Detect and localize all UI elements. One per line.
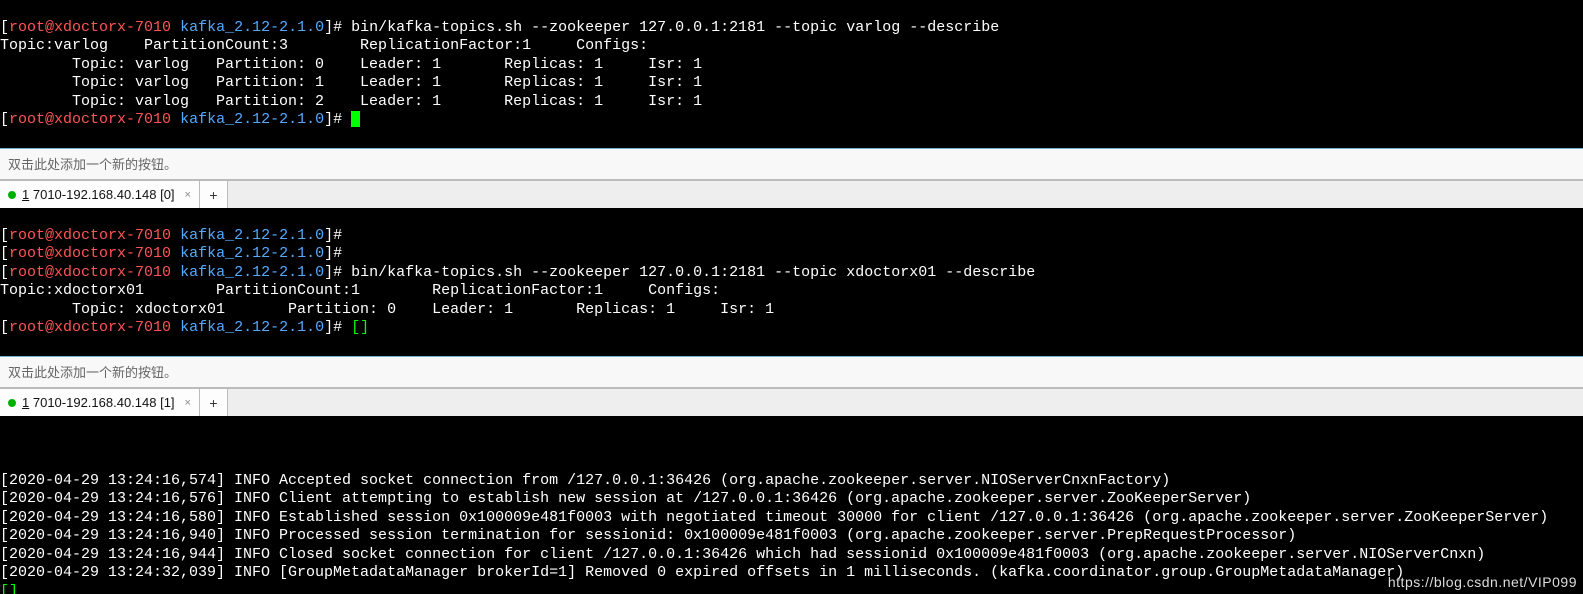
tab-label: 1 7010-192.168.40.148 [1] [22, 395, 175, 410]
blank-line [0, 130, 9, 147]
out-1-2: Topic: varlog Partition: 1 Leader: 1 Rep… [0, 74, 702, 91]
add-tab-button[interactable]: + [200, 181, 228, 208]
prompt-user: root@xdoctorx-7010 [9, 319, 171, 336]
session-tab-0[interactable]: 1 7010-192.168.40.148 [0] × [0, 181, 200, 208]
prompt-close: ]# [324, 111, 351, 128]
log-line-3: [2020-04-29 13:24:16,940] INFO Processed… [0, 527, 1296, 544]
prompt-close: ]# [324, 319, 351, 336]
prompt-close: ]# [324, 264, 351, 281]
blank-line [0, 338, 9, 355]
prompt-user: root@xdoctorx-7010 [9, 227, 171, 244]
log-line-4: [2020-04-29 13:24:16,944] INFO Closed so… [0, 546, 1485, 563]
watermark-text: https://blog.csdn.net/VIP099 [1388, 574, 1577, 590]
session-tab-1[interactable]: 1 7010-192.168.40.148 [1] × [0, 389, 200, 416]
prompt-user: root@xdoctorx-7010 [9, 264, 171, 281]
prompt-open: [ [0, 264, 9, 281]
log-line-5: [2020-04-29 13:24:32,039] INFO [GroupMet… [0, 564, 1404, 581]
close-icon[interactable]: × [185, 189, 191, 201]
prompt-open: [ [0, 319, 9, 336]
log-line-1: [2020-04-29 13:24:16,576] INFO Client at… [0, 490, 1251, 507]
log-line-0: [2020-04-29 13:24:16,574] INFO Accepted … [0, 472, 1170, 489]
prompt-user: root@xdoctorx-7010 [9, 19, 171, 36]
log-line-2: [2020-04-29 13:24:16,580] INFO Establish… [0, 509, 1548, 526]
close-icon[interactable]: × [185, 397, 191, 409]
out-1-3: Topic: varlog Partition: 2 Leader: 1 Rep… [0, 93, 702, 110]
cursor-icon: [] [351, 319, 369, 338]
terminal-pane-1[interactable]: [root@xdoctorx-7010 kafka_2.12-2.1.0]# b… [0, 0, 1583, 148]
terminal-pane-3[interactable]: [2020-04-29 13:24:16,574] INFO Accepted … [0, 416, 1583, 594]
prompt-path: kafka_2.12-2.1.0 [180, 264, 324, 281]
blank-line [0, 435, 9, 452]
prompt-path: kafka_2.12-2.1.0 [180, 227, 324, 244]
cursor-icon: [] [0, 583, 18, 594]
prompt-close: ]# [324, 245, 342, 262]
tab-bar-2: 1 7010-192.168.40.148 [1] × + [0, 388, 1583, 416]
cursor-icon [351, 111, 360, 127]
blank-line [0, 453, 9, 470]
cmd-1: bin/kafka-topics.sh --zookeeper 127.0.0.… [351, 19, 999, 36]
tab-bar-1: 1 7010-192.168.40.148 [0] × + [0, 180, 1583, 208]
prompt-user: root@xdoctorx-7010 [9, 245, 171, 262]
status-dot-icon [8, 399, 16, 407]
prompt-open: [ [0, 19, 9, 36]
prompt-open: [ [0, 245, 9, 262]
prompt-open: [ [0, 227, 9, 244]
prompt-open: [ [0, 111, 9, 128]
out-1-1: Topic: varlog Partition: 0 Leader: 1 Rep… [0, 56, 702, 73]
cmd-2: bin/kafka-topics.sh --zookeeper 127.0.0.… [351, 264, 1035, 281]
status-dot-icon [8, 191, 16, 199]
terminal-pane-2[interactable]: [root@xdoctorx-7010 kafka_2.12-2.1.0]# [… [0, 208, 1583, 356]
out-2-0: Topic:xdoctorx01 PartitionCount:1 Replic… [0, 282, 720, 299]
prompt-close: ]# [324, 19, 351, 36]
tab-label: 1 7010-192.168.40.148 [0] [22, 187, 175, 202]
prompt-path: kafka_2.12-2.1.0 [180, 319, 324, 336]
prompt-path: kafka_2.12-2.1.0 [180, 111, 324, 128]
out-1-0: Topic:varlog PartitionCount:3 Replicatio… [0, 37, 648, 54]
prompt-user: root@xdoctorx-7010 [9, 111, 171, 128]
hint-bar-2[interactable]: 双击此处添加一个新的按钮。 [0, 356, 1583, 388]
prompt-path: kafka_2.12-2.1.0 [180, 19, 324, 36]
prompt-path: kafka_2.12-2.1.0 [180, 245, 324, 262]
hint-bar-1[interactable]: 双击此处添加一个新的按钮。 [0, 148, 1583, 180]
prompt-close: ]# [324, 227, 342, 244]
out-2-1: Topic: xdoctorx01 Partition: 0 Leader: 1… [0, 301, 774, 318]
add-tab-button[interactable]: + [200, 389, 228, 416]
